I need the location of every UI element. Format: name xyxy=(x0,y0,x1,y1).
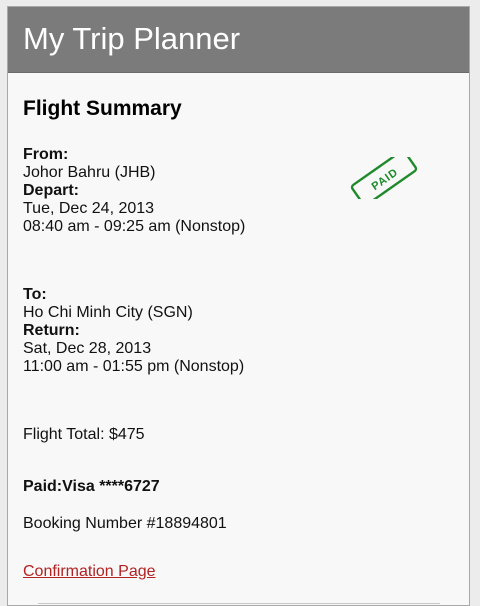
payment-info: Paid:Visa ****6727 xyxy=(23,478,160,495)
from-label: From: xyxy=(23,146,69,163)
booking-number: Booking Number #18894801 xyxy=(23,515,227,532)
trip-planner-panel: My Trip Planner Flight Summary PAID From… xyxy=(7,6,470,606)
depart-label: Depart: xyxy=(23,182,80,199)
flight-total: Flight Total: $475 xyxy=(23,426,145,443)
return-block: To: Ho Chi Minh City (SGN) Return: Sat, … xyxy=(23,286,244,376)
return-date: Sat, Dec 28, 2013 xyxy=(23,340,152,357)
to-value: Ho Chi Minh City (SGN) xyxy=(23,304,193,321)
from-value: Johor Bahru (JHB) xyxy=(23,164,156,181)
paid-stamp-icon: PAID xyxy=(350,157,418,199)
to-label: To: xyxy=(23,286,47,303)
departure-block: From: Johor Bahru (JHB) Depart: Tue, Dec… xyxy=(23,146,245,236)
depart-date: Tue, Dec 24, 2013 xyxy=(23,200,155,217)
return-label: Return: xyxy=(23,322,80,339)
confirmation-page-link[interactable]: Confirmation Page xyxy=(23,563,156,581)
return-time: 11:00 am - 01:55 pm (Nonstop) xyxy=(23,358,245,375)
depart-time: 08:40 am - 09:25 am (Nonstop) xyxy=(23,218,246,235)
section-title: Flight Summary xyxy=(23,97,182,120)
app-header: My Trip Planner xyxy=(8,7,469,73)
app-title: My Trip Planner xyxy=(23,21,241,56)
divider xyxy=(38,603,440,604)
